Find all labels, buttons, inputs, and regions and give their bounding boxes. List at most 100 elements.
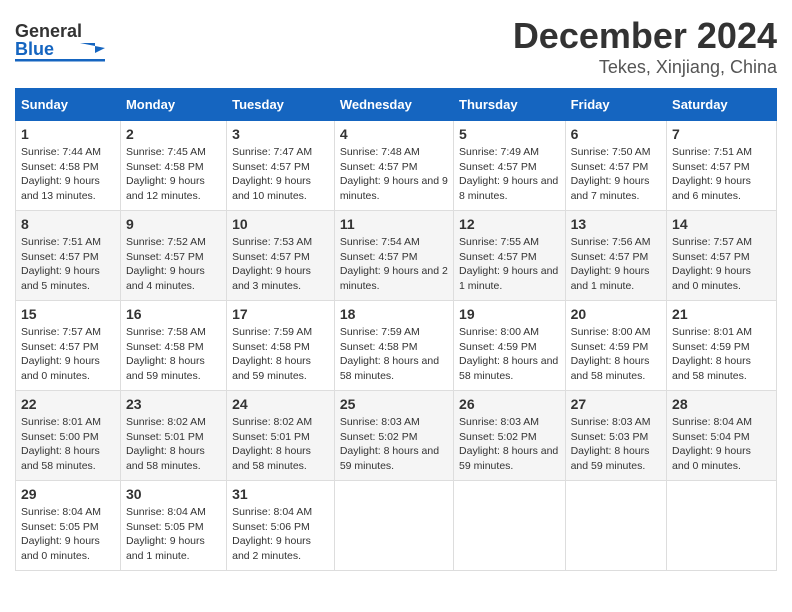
day-number: 19 [459, 306, 560, 322]
calendar-day-cell: 25 Sunrise: 8:03 AMSunset: 5:02 PMDayligh… [334, 391, 453, 481]
day-info: Sunrise: 7:51 AMSunset: 4:57 PMDaylight:… [672, 145, 771, 204]
calendar-day-cell: 2Sunrise: 7:45 AMSunset: 4:58 PMDaylight… [120, 121, 226, 211]
calendar-day-cell [334, 481, 453, 571]
day-number: 9 [126, 216, 221, 232]
calendar-day-cell: 15 Sunrise: 7:57 AMSunset: 4:57 PMDayligh… [16, 301, 121, 391]
calendar-day-cell: 29 Sunrise: 8:04 AMSunset: 5:05 PMDayligh… [16, 481, 121, 571]
day-info: Sunrise: 8:00 AMSunset: 4:59 PMDaylight:… [459, 325, 560, 384]
day-info: Sunrise: 7:52 AMSunset: 4:57 PMDaylight:… [126, 235, 221, 294]
day-info: Sunrise: 8:03 AMSunset: 5:02 PMDaylight:… [340, 415, 448, 474]
day-number: 21 [672, 306, 771, 322]
calendar-day-cell: 27Sunrise: 8:03 AMSunset: 5:03 PMDayligh… [565, 391, 666, 481]
day-info: Sunrise: 7:54 AMSunset: 4:57 PMDaylight:… [340, 235, 448, 294]
title-block: December 2024 Tekes, Xinjiang, China [513, 15, 777, 78]
calendar-day-cell: 10 Sunrise: 7:53 AMSunset: 4:57 PMDayligh… [227, 211, 335, 301]
day-number: 15 [21, 306, 115, 322]
page-header: General Blue December 2024 Tekes, Xinjia… [15, 15, 777, 78]
location-subtitle: Tekes, Xinjiang, China [513, 57, 777, 78]
calendar-header-row: SundayMondayTuesdayWednesdayThursdayFrid… [16, 89, 777, 121]
day-info: Sunrise: 7:47 AMSunset: 4:57 PMDaylight:… [232, 145, 329, 204]
calendar-day-cell: 11 Sunrise: 7:54 AMSunset: 4:57 PMDayligh… [334, 211, 453, 301]
day-number: 25 [340, 396, 448, 412]
day-info: Sunrise: 7:49 AMSunset: 4:57 PMDaylight:… [459, 145, 560, 204]
day-of-week-header: Thursday [454, 89, 566, 121]
day-info: Sunrise: 8:01 AMSunset: 5:00 PMDaylight:… [21, 415, 115, 474]
day-info: Sunrise: 7:48 AMSunset: 4:57 PMDaylight:… [340, 145, 448, 204]
day-info: Sunrise: 8:02 AMSunset: 5:01 PMDaylight:… [126, 415, 221, 474]
day-info: Sunrise: 8:02 AMSunset: 5:01 PMDaylight:… [232, 415, 329, 474]
svg-text:General: General [15, 21, 82, 41]
calendar-day-cell: 30 Sunrise: 8:04 AMSunset: 5:05 PMDayligh… [120, 481, 226, 571]
day-number: 27 [571, 396, 661, 412]
day-info: Sunrise: 7:57 AMSunset: 4:57 PMDaylight:… [672, 235, 771, 294]
day-number: 22 [21, 396, 115, 412]
calendar-day-cell: 8Sunrise: 7:51 AMSunset: 4:57 PMDaylight… [16, 211, 121, 301]
day-info: Sunrise: 7:57 AMSunset: 4:57 PMDaylight:… [21, 325, 115, 384]
calendar-day-cell: 14Sunrise: 7:57 AMSunset: 4:57 PMDayligh… [667, 211, 777, 301]
day-number: 31 [232, 486, 329, 502]
calendar-day-cell: 16 Sunrise: 7:58 AMSunset: 4:58 PMDayligh… [120, 301, 226, 391]
day-number: 13 [571, 216, 661, 232]
day-number: 6 [571, 126, 661, 142]
day-info: Sunrise: 8:04 AMSunset: 5:05 PMDaylight:… [21, 505, 115, 564]
calendar-day-cell: 3 Sunrise: 7:47 AMSunset: 4:57 PMDaylight… [227, 121, 335, 211]
day-info: Sunrise: 7:44 AMSunset: 4:58 PMDaylight:… [21, 145, 115, 204]
calendar-day-cell: 6Sunrise: 7:50 AMSunset: 4:57 PMDaylight… [565, 121, 666, 211]
calendar-day-cell: 1 Sunrise: 7:44 AMSunset: 4:58 PMDaylight… [16, 121, 121, 211]
day-info: Sunrise: 8:00 AMSunset: 4:59 PMDaylight:… [571, 325, 661, 384]
day-number: 2 [126, 126, 221, 142]
day-info: Sunrise: 8:04 AMSunset: 5:05 PMDaylight:… [126, 505, 221, 564]
calendar-week-row: 22 Sunrise: 8:01 AMSunset: 5:00 PMDayligh… [16, 391, 777, 481]
day-number: 8 [21, 216, 115, 232]
day-number: 29 [21, 486, 115, 502]
day-info: Sunrise: 8:04 AMSunset: 5:06 PMDaylight:… [232, 505, 329, 564]
day-number: 4 [340, 126, 448, 142]
calendar-day-cell: 23 Sunrise: 8:02 AMSunset: 5:01 PMDayligh… [120, 391, 226, 481]
day-info: Sunrise: 7:59 AMSunset: 4:58 PMDaylight:… [340, 325, 448, 384]
calendar-day-cell: 20 Sunrise: 8:00 AMSunset: 4:59 PMDayligh… [565, 301, 666, 391]
calendar-day-cell: 5Sunrise: 7:49 AMSunset: 4:57 PMDaylight… [454, 121, 566, 211]
day-number: 23 [126, 396, 221, 412]
day-info: Sunrise: 8:01 AMSunset: 4:59 PMDaylight:… [672, 325, 771, 384]
day-number: 11 [340, 216, 448, 232]
calendar-day-cell: 19 Sunrise: 8:00 AMSunset: 4:59 PMDayligh… [454, 301, 566, 391]
calendar-day-cell: 24Sunrise: 8:02 AMSunset: 5:01 PMDayligh… [227, 391, 335, 481]
day-number: 10 [232, 216, 329, 232]
calendar-day-cell: 7Sunrise: 7:51 AMSunset: 4:57 PMDaylight… [667, 121, 777, 211]
calendar-day-cell: 12 Sunrise: 7:55 AMSunset: 4:57 PMDayligh… [454, 211, 566, 301]
calendar-day-cell [667, 481, 777, 571]
day-number: 20 [571, 306, 661, 322]
day-number: 30 [126, 486, 221, 502]
day-number: 1 [21, 126, 115, 142]
calendar-week-row: 29 Sunrise: 8:04 AMSunset: 5:05 PMDayligh… [16, 481, 777, 571]
calendar-day-cell: 22 Sunrise: 8:01 AMSunset: 5:00 PMDayligh… [16, 391, 121, 481]
svg-text:Blue: Blue [15, 39, 54, 59]
day-of-week-header: Monday [120, 89, 226, 121]
calendar-day-cell: 21 Sunrise: 8:01 AMSunset: 4:59 PMDayligh… [667, 301, 777, 391]
day-number: 12 [459, 216, 560, 232]
day-number: 28 [672, 396, 771, 412]
day-number: 26 [459, 396, 560, 412]
day-of-week-header: Wednesday [334, 89, 453, 121]
day-number: 16 [126, 306, 221, 322]
day-info: Sunrise: 7:55 AMSunset: 4:57 PMDaylight:… [459, 235, 560, 294]
day-info: Sunrise: 7:56 AMSunset: 4:57 PMDaylight:… [571, 235, 661, 294]
day-info: Sunrise: 7:58 AMSunset: 4:58 PMDaylight:… [126, 325, 221, 384]
day-number: 18 [340, 306, 448, 322]
calendar-day-cell: 9 Sunrise: 7:52 AMSunset: 4:57 PMDaylight… [120, 211, 226, 301]
day-info: Sunrise: 7:53 AMSunset: 4:57 PMDaylight:… [232, 235, 329, 294]
day-of-week-header: Saturday [667, 89, 777, 121]
calendar-table: SundayMondayTuesdayWednesdayThursdayFrid… [15, 88, 777, 571]
calendar-week-row: 15 Sunrise: 7:57 AMSunset: 4:57 PMDayligh… [16, 301, 777, 391]
day-of-week-header: Sunday [16, 89, 121, 121]
calendar-day-cell: 18 Sunrise: 7:59 AMSunset: 4:58 PMDayligh… [334, 301, 453, 391]
day-number: 17 [232, 306, 329, 322]
month-year-title: December 2024 [513, 15, 777, 57]
calendar-day-cell: 28 Sunrise: 8:04 AMSunset: 5:04 PMDayligh… [667, 391, 777, 481]
calendar-day-cell: 26Sunrise: 8:03 AMSunset: 5:02 PMDayligh… [454, 391, 566, 481]
day-number: 3 [232, 126, 329, 142]
day-info: Sunrise: 8:04 AMSunset: 5:04 PMDaylight:… [672, 415, 771, 474]
calendar-day-cell: 31 Sunrise: 8:04 AMSunset: 5:06 PMDayligh… [227, 481, 335, 571]
logo: General Blue [15, 15, 105, 65]
day-of-week-header: Tuesday [227, 89, 335, 121]
